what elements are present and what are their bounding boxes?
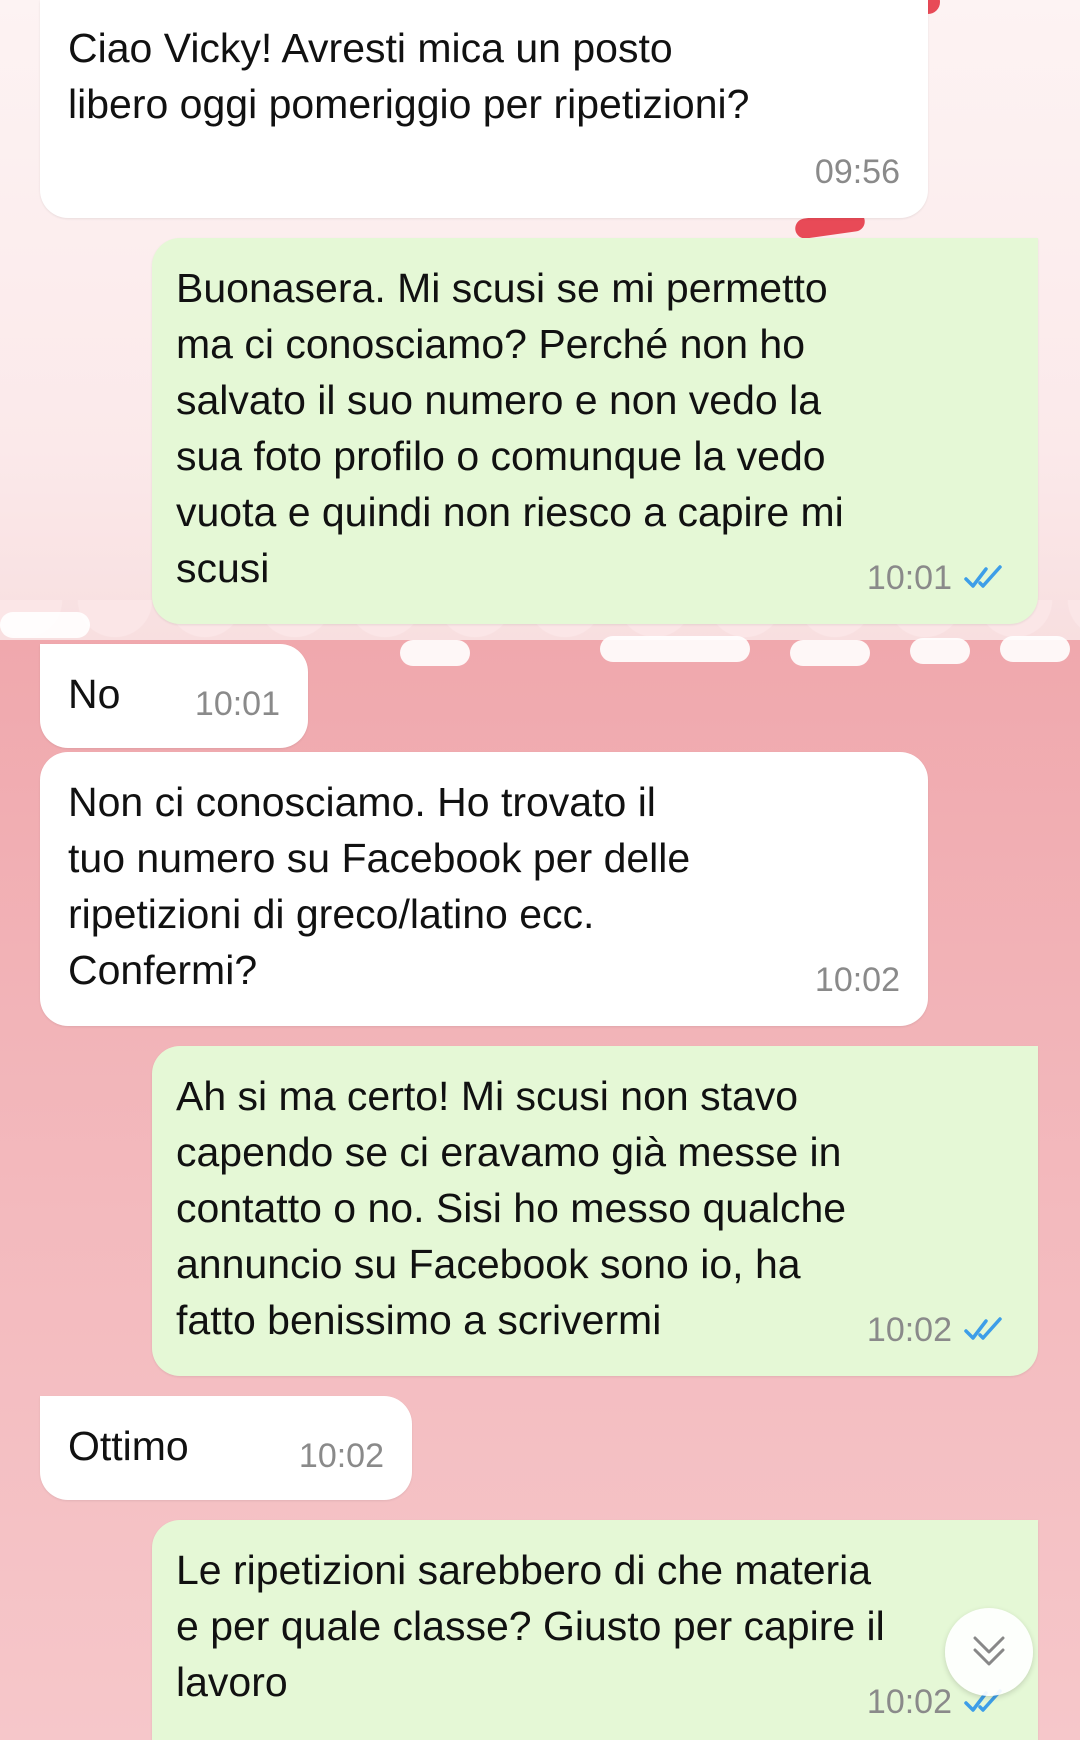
wallpaper-dot (0, 612, 90, 638)
wallpaper-dot (790, 640, 870, 666)
message-meta: 10:02 (815, 952, 900, 1008)
message-bubble-outgoing[interactable]: Le ripetizioni sarebbero di che materia … (152, 1520, 1038, 1740)
message-meta: 10:01 (867, 550, 1010, 606)
message-meta: 09:56 (815, 144, 900, 200)
double-chevron-down-icon (973, 1636, 1005, 1666)
wallpaper-dot (1000, 636, 1070, 662)
scroll-to-bottom-button[interactable] (945, 1608, 1033, 1696)
wallpaper-dot (600, 636, 750, 662)
message-meta: 10:02 (867, 1302, 1010, 1358)
wallpaper-dot (910, 638, 970, 664)
message-text: Buonasera. Mi scusi se mi permetto ma ci… (176, 265, 844, 591)
message-time: 10:02 (866, 1311, 952, 1349)
message-text: Ah si ma certo! Mi scusi non stavo capen… (176, 1073, 847, 1343)
message-time: 09:56 (814, 153, 900, 191)
wallpaper-dot (400, 640, 470, 666)
message-meta: 10:02 (299, 1428, 384, 1484)
message-text: Ciao Vicky! Avresti mica un posto libero… (68, 25, 750, 127)
message-time: 10:02 (298, 1437, 384, 1475)
message-bubble-incoming[interactable]: Ottimo 10:02 (40, 1396, 412, 1500)
message-time: 10:02 (814, 961, 900, 999)
message-time: 10:01 (866, 559, 952, 597)
message-bubble-incoming[interactable]: No 10:01 (40, 644, 308, 748)
message-text: Ottimo (68, 1423, 189, 1469)
message-text: No (68, 671, 121, 717)
message-bubble-incoming[interactable]: Non ci conosciamo. Ho trovato il tuo num… (40, 752, 928, 1026)
message-bubble-outgoing[interactable]: Ah si ma certo! Mi scusi non stavo capen… (152, 1046, 1038, 1376)
double-check-icon (964, 565, 1002, 588)
message-text: Le ripetizioni sarebbero di che materia … (176, 1547, 885, 1705)
message-text: Non ci conosciamo. Ho trovato il tuo num… (68, 779, 691, 993)
message-time: 10:01 (194, 685, 280, 723)
message-meta: 10:01 (195, 676, 280, 732)
message-time: 10:02 (866, 1683, 952, 1721)
message-bubble-incoming[interactable]: Ciao Vicky! Avresti mica un posto libero… (40, 0, 928, 218)
message-bubble-outgoing[interactable]: Buonasera. Mi scusi se mi permetto ma ci… (152, 238, 1038, 624)
double-check-icon (964, 1317, 1002, 1340)
